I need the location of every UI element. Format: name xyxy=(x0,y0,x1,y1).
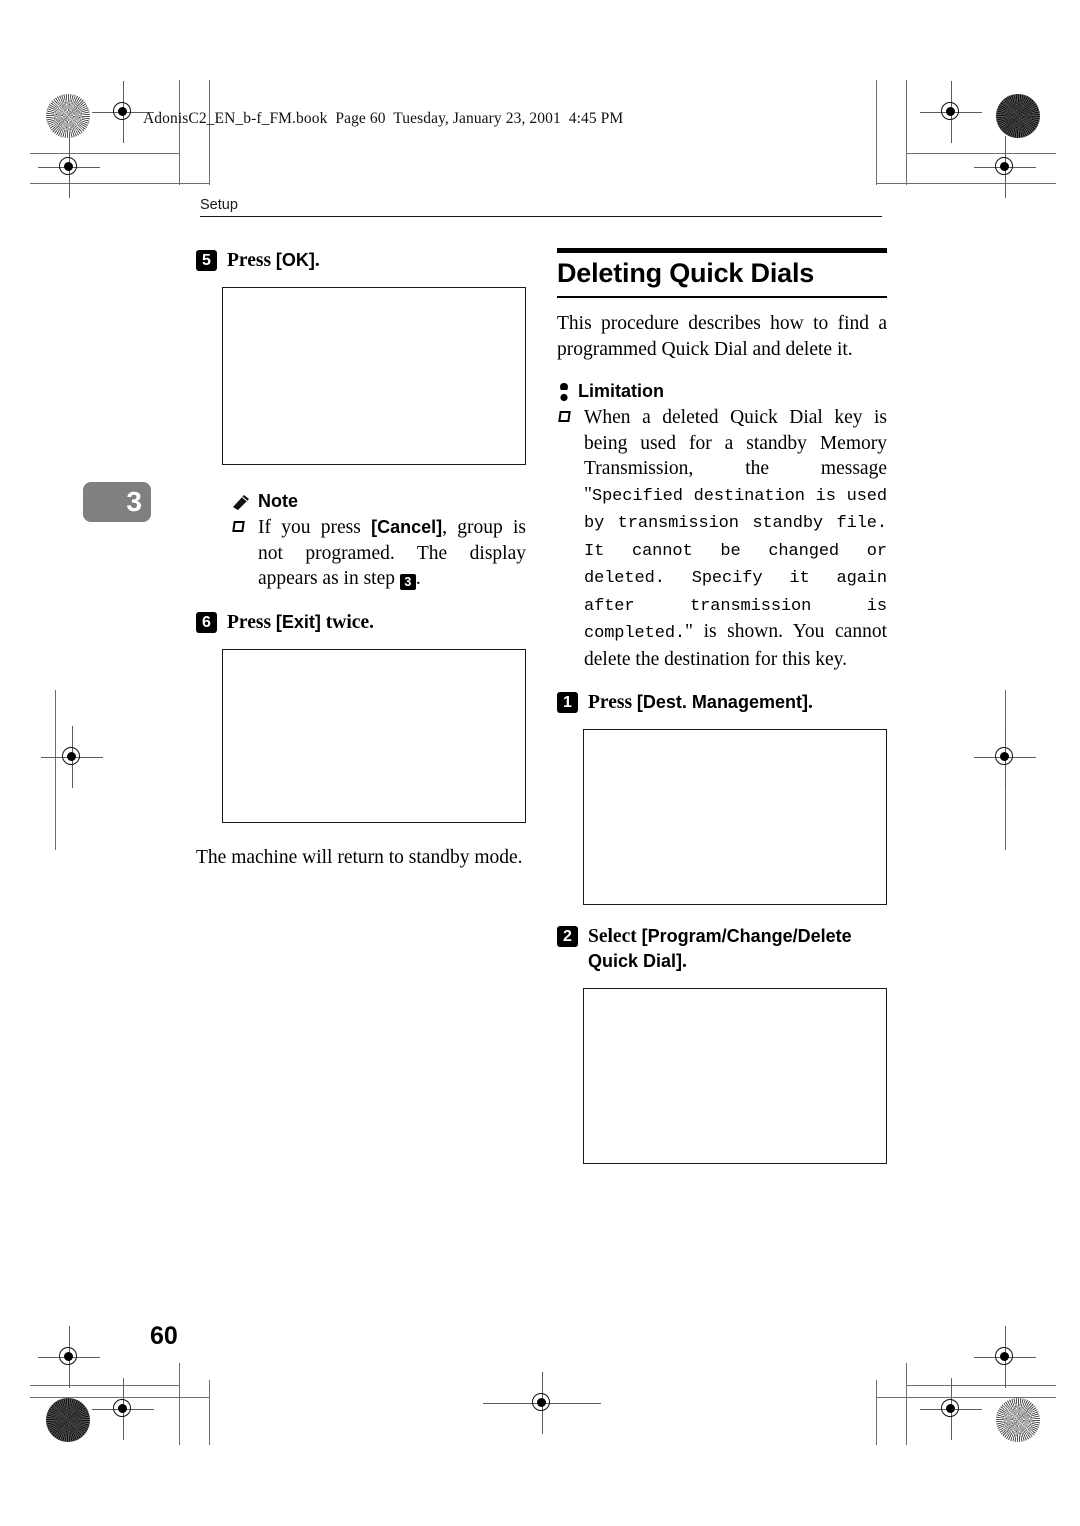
registration-mark-bottom-right xyxy=(974,1326,1036,1388)
starburst-mark-bottom-right xyxy=(996,1398,1040,1442)
limitation-callout: Limitation When a deleted Quick Dial key… xyxy=(557,381,887,672)
registration-mark-left-upper xyxy=(38,136,100,198)
bullet-square-icon xyxy=(232,521,245,532)
registration-mark-top-right xyxy=(920,81,982,143)
registration-mark-top-left xyxy=(92,81,154,143)
registration-mark-right-middle xyxy=(974,726,1036,788)
trim-line xyxy=(209,1380,211,1445)
right-column: Deleting Quick Dials This procedure desc… xyxy=(557,248,887,1165)
step-2-heading: 2 Select [Program/Change/Delete Quick Dia… xyxy=(557,924,887,974)
starburst-mark-top-left xyxy=(46,94,90,138)
chapter-tab: 3 xyxy=(83,482,151,522)
lcd-display-step-1 xyxy=(583,729,887,906)
limitation-title-label: Limitation xyxy=(578,381,664,402)
file-header-line: AdonisC2_EN_b-f_FM.book Page 60 Tuesday,… xyxy=(143,110,624,127)
left-column: 5 Press [OK]. Note If you press [Cancel],… xyxy=(196,248,526,870)
starburst-mark-top-right xyxy=(996,94,1040,138)
step-1-key: [Dest. Management] xyxy=(636,692,808,713)
trim-line xyxy=(876,183,1056,185)
trim-line xyxy=(906,153,1056,155)
step-1-text-post: . xyxy=(807,692,813,714)
step-5-text-pre: Press xyxy=(227,250,276,271)
bullet-square-icon xyxy=(558,411,571,423)
step-number-badge: 2 xyxy=(557,926,578,948)
note-text-part1: If you press xyxy=(258,517,372,538)
lcd-display-step-5 xyxy=(222,287,526,465)
registration-mark-bottom-left-inner xyxy=(92,1378,154,1440)
trim-line xyxy=(179,1363,181,1445)
lcd-display-step-6 xyxy=(222,648,526,823)
bulb-icon xyxy=(557,382,571,402)
trim-line xyxy=(179,80,181,185)
note-bullet-item: If you press [Cancel], group is not prog… xyxy=(231,515,526,592)
trim-line xyxy=(209,80,211,185)
registration-mark-right-upper xyxy=(974,136,1036,198)
limitation-message-text: Specified destination is used by transmi… xyxy=(584,486,887,644)
step-5-key: [OK] xyxy=(275,250,315,270)
step-1-text-pre: Press xyxy=(588,692,637,714)
running-head: Setup xyxy=(200,197,238,213)
note-callout: Note If you press [Cancel], group is not… xyxy=(231,491,526,592)
lcd-display-step-2 xyxy=(583,988,887,1165)
step-6-heading: 6 Press [Exit] twice. xyxy=(196,610,526,635)
pencil-icon xyxy=(231,493,251,511)
step-reference-badge: 3 xyxy=(399,574,416,590)
section-rule-bottom xyxy=(557,295,887,299)
registration-mark-left-middle xyxy=(41,726,103,788)
registration-mark-bottom-left xyxy=(38,1326,100,1388)
closing-paragraph: The machine will return to standby mode. xyxy=(196,846,523,868)
section-title: Deleting Quick Dials xyxy=(557,257,815,288)
trim-line xyxy=(906,1363,908,1445)
page-number: 60 xyxy=(150,1322,178,1350)
note-text-part3: . xyxy=(415,568,421,589)
trim-line xyxy=(30,1385,180,1387)
limitation-bullet-item: When a deleted Quick Dial key is being u… xyxy=(557,405,887,672)
note-key-cancel: [Cancel] xyxy=(371,517,443,537)
trim-line xyxy=(876,1380,878,1445)
step-number-badge: 1 xyxy=(557,692,578,714)
step-5-text-post: . xyxy=(314,250,320,271)
trim-line xyxy=(876,80,878,185)
trim-line xyxy=(906,1385,1056,1387)
step-number-badge: 5 xyxy=(196,250,217,271)
intro-paragraph: This procedure describes how to find a p… xyxy=(557,313,887,360)
registration-mark-bottom-center xyxy=(483,1372,601,1434)
step-2-text-pre: Select xyxy=(588,926,642,948)
starburst-mark-bottom-left xyxy=(46,1398,90,1442)
step-number-badge: 6 xyxy=(196,611,217,633)
step-6-key: [Exit] xyxy=(275,611,321,632)
step-5-heading: 5 Press [OK]. xyxy=(196,248,526,273)
step-1-heading: 1 Press [Dest. Management]. xyxy=(557,690,887,715)
registration-mark-bottom-right-inner xyxy=(920,1378,982,1440)
note-title-label: Note xyxy=(258,491,298,511)
step-2-text-post: . xyxy=(682,951,687,973)
step-6-text-pre: Press xyxy=(227,611,276,633)
document-page: AdonisC2_EN_b-f_FM.book Page 60 Tuesday,… xyxy=(0,0,1080,1526)
limitation-title-row: Limitation xyxy=(557,381,887,402)
trim-line xyxy=(906,80,908,185)
header-rule xyxy=(200,216,882,218)
step-6-text-post: twice. xyxy=(320,611,374,633)
note-title-row: Note xyxy=(231,491,526,512)
